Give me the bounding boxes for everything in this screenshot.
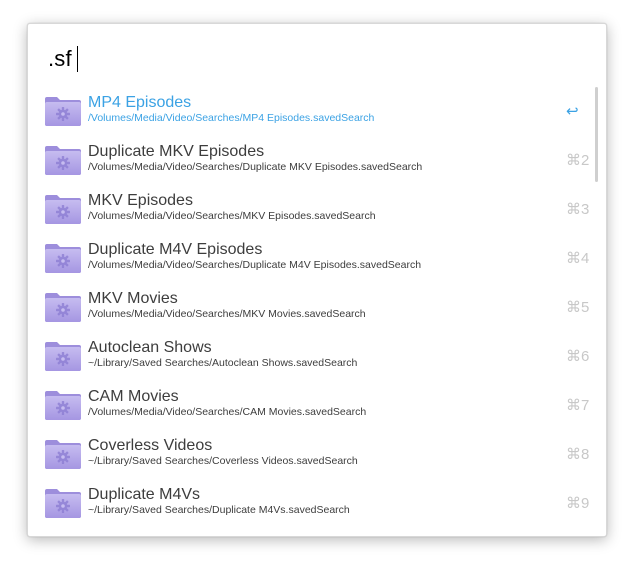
result-path: /Volumes/Media/Video/Searches/CAM Movies…	[88, 406, 367, 418]
scrollbar[interactable]	[595, 87, 598, 182]
result-item[interactable]: Duplicate M4V Episodes /Volumes/Media/Vi…	[28, 233, 596, 282]
result-path: ~/Library/Saved Searches/Autoclean Shows…	[88, 357, 358, 369]
result-shortcut: ⌘7	[566, 397, 590, 414]
result-shortcut: ⌘6	[566, 348, 590, 365]
result-path: ~/Library/Saved Searches/Coverless Video…	[88, 455, 358, 467]
result-title: MKV Movies	[88, 290, 178, 307]
result-path: /Volumes/Media/Video/Searches/MKV Movies…	[88, 308, 366, 320]
result-title: Coverless Videos	[88, 437, 213, 454]
result-title: Duplicate MKV Episodes	[88, 143, 265, 160]
result-title: Duplicate M4Vs	[88, 486, 201, 503]
result-title: MKV Episodes	[88, 192, 193, 209]
result-item[interactable]: Autoclean Shows ~/Library/Saved Searches…	[28, 331, 596, 380]
result-item[interactable]: Duplicate M4Vs ~/Library/Saved Searches/…	[28, 478, 596, 527]
result-title: Autoclean Shows	[88, 339, 212, 356]
result-item[interactable]: MKV Episodes /Volumes/Media/Video/Search…	[28, 184, 596, 233]
result-title: Duplicate M4V Episodes	[88, 241, 263, 258]
smart-folder-icon	[45, 391, 81, 420]
result-shortcut: ⌘2	[566, 152, 590, 169]
result-shortcut: ⌘4	[566, 250, 590, 267]
return-key-icon: ↩	[566, 103, 579, 120]
result-shortcut: ⌘3	[566, 201, 590, 218]
result-path: /Volumes/Media/Video/Searches/Duplicate …	[88, 161, 423, 173]
result-shortcut: ⌘8	[566, 446, 590, 463]
result-path: /Volumes/Media/Video/Searches/Duplicate …	[88, 259, 422, 271]
result-path: /Volumes/Media/Video/Searches/MP4 Episod…	[88, 112, 375, 124]
smart-folder-icon	[45, 97, 81, 126]
result-path: /Volumes/Media/Video/Searches/MKV Episod…	[88, 210, 376, 222]
text-caret	[76, 46, 78, 72]
result-shortcut: ⌘5	[566, 299, 590, 316]
smart-folder-icon	[45, 146, 81, 175]
result-item[interactable]: CAM Movies /Volumes/Media/Video/Searches…	[28, 380, 596, 429]
results-list: MP4 Episodes /Volumes/Media/Video/Search…	[28, 86, 596, 527]
smart-folder-icon	[45, 293, 81, 322]
result-path: ~/Library/Saved Searches/Duplicate M4Vs.…	[88, 504, 350, 516]
result-title: CAM Movies	[88, 388, 179, 405]
smart-folder-icon	[45, 440, 81, 469]
smart-folder-icon	[45, 195, 81, 224]
launcher-window: .sf MP4 Episodes /Volumes/Media/Video/Se…	[27, 23, 607, 537]
search-field[interactable]: .sf	[48, 44, 78, 74]
result-item[interactable]: MKV Movies /Volumes/Media/Video/Searches…	[28, 282, 596, 331]
search-query[interactable]: .sf	[48, 46, 72, 72]
result-item[interactable]: Duplicate MKV Episodes /Volumes/Media/Vi…	[28, 135, 596, 184]
result-item-selected[interactable]: MP4 Episodes /Volumes/Media/Video/Search…	[28, 86, 596, 135]
smart-folder-icon	[45, 342, 81, 371]
result-title: MP4 Episodes	[88, 94, 192, 111]
result-shortcut: ⌘9	[566, 495, 590, 512]
smart-folder-icon	[45, 244, 81, 273]
smart-folder-icon	[45, 489, 81, 518]
result-item[interactable]: Coverless Videos ~/Library/Saved Searche…	[28, 429, 596, 478]
